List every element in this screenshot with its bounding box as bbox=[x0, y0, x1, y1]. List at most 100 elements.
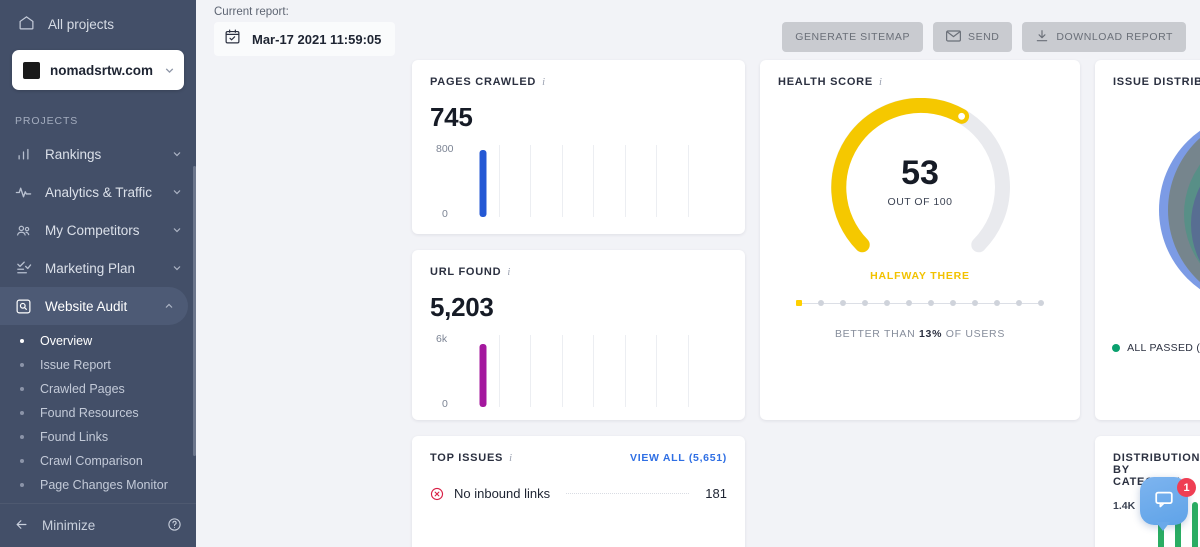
chart-bar[interactable] bbox=[479, 150, 487, 217]
bullet-icon bbox=[20, 339, 24, 343]
top-issues-title-row: TOP ISSUES i bbox=[430, 452, 513, 464]
all-projects-link[interactable]: All projects bbox=[12, 0, 184, 48]
percentile-slider[interactable] bbox=[778, 300, 1062, 306]
slider-segment bbox=[824, 302, 840, 304]
pages-crawled-body: PAGES CRAWLED i 745 800 0 bbox=[412, 60, 745, 220]
sidebar-subitem-found-resources[interactable]: Found Resources bbox=[0, 401, 196, 425]
sidebar-subitem-overview[interactable]: Overview bbox=[0, 329, 196, 353]
arrow-left-icon[interactable] bbox=[14, 517, 29, 535]
url-found-title-row: URL FOUND i bbox=[430, 266, 727, 278]
sidebar-label-analytics-traffic: Analytics & Traffic bbox=[45, 184, 153, 200]
sidebar-sublabel-found-resources: Found Resources bbox=[40, 406, 139, 420]
chart-bar[interactable] bbox=[1191, 502, 1198, 547]
legend-label-all-passed: ALL PASSED (0) bbox=[1127, 342, 1200, 354]
minimize-label[interactable]: Minimize bbox=[42, 518, 154, 533]
chart-slot bbox=[500, 335, 531, 407]
info-icon[interactable]: i bbox=[507, 267, 511, 278]
middle-column: HEALTH SCORE i 53 OUT OF 100 HALFWAY THE… bbox=[760, 60, 1080, 547]
slider-segment bbox=[934, 302, 950, 304]
download-icon bbox=[1035, 29, 1049, 46]
website-audit-subnav: Overview Issue Report Crawled Pages Foun… bbox=[0, 325, 196, 499]
home-icon bbox=[18, 14, 35, 34]
bullet-icon bbox=[20, 435, 24, 439]
chart-slot bbox=[689, 145, 720, 217]
issue-distribution-title: ISSUE DISTRIBUTION bbox=[1113, 76, 1200, 88]
issue-distribution-body: ISSUE DISTRIBUTION i bbox=[1095, 60, 1200, 342]
help-icon[interactable] bbox=[167, 517, 182, 535]
info-icon[interactable]: i bbox=[879, 77, 883, 88]
project-name: nomadsrtw.com bbox=[50, 62, 154, 78]
slider-segment bbox=[868, 302, 884, 304]
download-report-label: DOWNLOAD REPORT bbox=[1056, 31, 1173, 43]
sidebar-item-marketing-plan[interactable]: Marketing Plan bbox=[0, 249, 196, 287]
sidebar-subitem-crawled-pages[interactable]: Crawled Pages bbox=[0, 377, 196, 401]
issue-distribution-title-row: ISSUE DISTRIBUTION i bbox=[1113, 76, 1200, 88]
pulse-icon bbox=[14, 184, 32, 201]
gauge-center-text: 53 OUT OF 100 bbox=[813, 156, 1028, 208]
sidebar-sublabel-issue-report: Issue Report bbox=[40, 358, 111, 372]
sidebar-footer: Minimize bbox=[0, 503, 196, 547]
info-icon[interactable]: i bbox=[509, 453, 513, 464]
url-found-title: URL FOUND bbox=[430, 266, 502, 278]
sidebar-item-rankings[interactable]: Rankings bbox=[0, 135, 196, 173]
bullet-icon bbox=[20, 483, 24, 487]
view-all-link[interactable]: VIEW ALL (5,651) bbox=[630, 452, 727, 464]
sidebar-sublabel-overview: Overview bbox=[40, 334, 93, 348]
sidebar-subitem-found-links[interactable]: Found Links bbox=[0, 425, 196, 449]
better-prefix: BETTER THAN bbox=[834, 328, 916, 340]
pages-crawled-axis-max: 800 bbox=[436, 143, 454, 155]
bullet-icon bbox=[20, 411, 24, 415]
sidebar-item-website-audit[interactable]: Website Audit bbox=[0, 287, 188, 325]
favicon-icon bbox=[23, 61, 40, 79]
sidebar-item-my-competitors[interactable]: My Competitors bbox=[0, 211, 196, 249]
sidebar-top: All projects nomadsrtw.com bbox=[0, 0, 196, 90]
health-score-title-row: HEALTH SCORE i bbox=[778, 76, 1062, 88]
health-score-outof: OUT OF 100 bbox=[887, 196, 953, 208]
slider-segment bbox=[1022, 302, 1038, 304]
bullet-icon bbox=[20, 363, 24, 367]
legend-item-all-passed[interactable]: ALL PASSED (0) bbox=[1112, 342, 1200, 354]
project-selector[interactable]: nomadsrtw.com bbox=[12, 50, 184, 90]
topbar: Current report: Mar-17 2021 11:59:05 GEN… bbox=[196, 0, 1200, 60]
download-report-button[interactable]: DOWNLOAD REPORT bbox=[1022, 22, 1186, 52]
pages-crawled-axis-min: 0 bbox=[442, 208, 448, 220]
pages-crawled-value: 745 bbox=[430, 102, 473, 132]
envelope-icon bbox=[946, 29, 962, 45]
generate-sitemap-label: GENERATE SITEMAP bbox=[795, 31, 911, 43]
send-button[interactable]: SEND bbox=[933, 22, 1013, 52]
better-than-text: BETTER THAN 13% OF USERS bbox=[778, 328, 1062, 340]
chevron-up-icon bbox=[163, 300, 175, 312]
chevron-down-icon bbox=[163, 64, 176, 77]
chart-slot bbox=[563, 145, 594, 217]
pages-crawled-title-row: PAGES CRAWLED i bbox=[430, 76, 727, 88]
issue-distribution-venn bbox=[1113, 92, 1200, 342]
sidebar-sublabel-page-changes-monitor: Page Changes Monitor bbox=[40, 478, 168, 492]
bullet-icon bbox=[20, 387, 24, 391]
bar-chart-icon bbox=[14, 147, 32, 162]
sidebar-item-analytics-traffic[interactable]: Analytics & Traffic bbox=[0, 173, 196, 211]
chart-slot bbox=[626, 145, 657, 217]
issue-row[interactable]: No inbound links 181 bbox=[430, 486, 727, 501]
sidebar-subitem-page-changes-monitor[interactable]: Page Changes Monitor bbox=[0, 473, 196, 497]
chart-slot bbox=[531, 145, 563, 217]
chart-slot bbox=[689, 335, 720, 407]
chevron-down-icon bbox=[171, 262, 183, 274]
report-date-value: Mar-17 2021 11:59:05 bbox=[252, 31, 382, 47]
slider-segment bbox=[846, 302, 862, 304]
url-found-axis: 6k 0 bbox=[430, 333, 464, 410]
pages-crawled-axis: 800 0 bbox=[430, 143, 464, 220]
sidebar-subitem-crawl-comparison[interactable]: Crawl Comparison bbox=[0, 449, 196, 473]
chevron-down-icon bbox=[171, 186, 183, 198]
report-date-selector[interactable]: Mar-17 2021 11:59:05 bbox=[214, 22, 396, 56]
issue-distribution-card: ISSUE DISTRIBUTION i bbox=[1095, 60, 1200, 420]
chart-bar[interactable] bbox=[479, 344, 487, 407]
info-icon[interactable]: i bbox=[542, 77, 546, 88]
sidebar-sublabel-crawl-comparison: Crawl Comparison bbox=[40, 454, 143, 468]
legend-item-errors[interactable]: ERRORS (256) bbox=[1105, 360, 1200, 372]
url-found-plot bbox=[468, 335, 719, 407]
generate-sitemap-button[interactable]: GENERATE SITEMAP bbox=[782, 22, 924, 52]
sidebar-subitem-issue-report[interactable]: Issue Report bbox=[0, 353, 196, 377]
chevron-down-icon bbox=[171, 148, 183, 160]
sidebar-divider bbox=[0, 90, 196, 104]
slider-segment bbox=[802, 302, 818, 304]
